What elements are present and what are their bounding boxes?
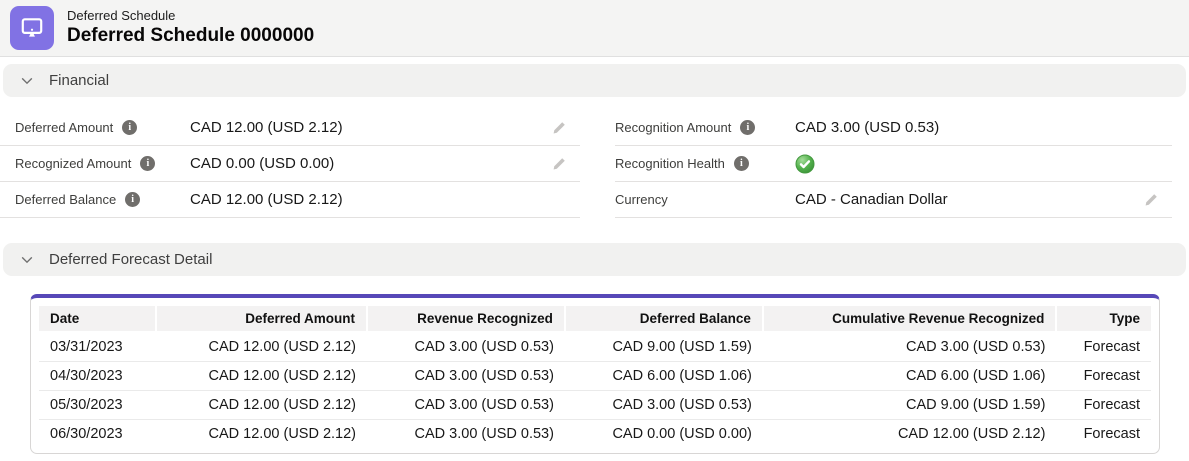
cell-revenue-recognized: CAD 3.00 (USD 0.53) (367, 362, 565, 391)
section-title-forecast: Deferred Forecast Detail (49, 251, 212, 268)
section-financial-header[interactable]: Financial (3, 64, 1186, 97)
cell-deferred-balance: CAD 3.00 (USD 0.53) (565, 391, 763, 420)
field-label: Currency (615, 192, 668, 207)
section-title-financial: Financial (49, 72, 109, 89)
field-recognition-amount: Recognition Amount CAD 3.00 (USD 0.53) (615, 110, 1172, 146)
info-icon[interactable] (140, 156, 155, 171)
field-label: Recognized Amount (15, 156, 131, 171)
column-header-type: Type (1056, 306, 1151, 331)
table-row: 06/30/2023 CAD 12.00 (USD 2.12) CAD 3.00… (39, 420, 1151, 449)
edit-pencil-icon[interactable] (551, 120, 567, 136)
field-deferred-balance: Deferred Balance CAD 12.00 (USD 2.12) (0, 182, 580, 218)
cell-date: 03/31/2023 (39, 331, 156, 362)
field-recognized-amount: Recognized Amount CAD 0.00 (USD 0.00) (0, 146, 580, 182)
field-recognition-health: Recognition Health (615, 146, 1172, 182)
cell-date: 05/30/2023 (39, 391, 156, 420)
page-title: Deferred Schedule 0000000 (67, 25, 314, 48)
cell-cumulative-revenue-recognized: CAD 9.00 (USD 1.59) (763, 391, 1057, 420)
column-header-deferred-amount: Deferred Amount (156, 306, 367, 331)
forecast-table: Date Deferred Amount Revenue Recognized … (39, 306, 1151, 448)
desktop-icon (10, 6, 54, 50)
cell-revenue-recognized: CAD 3.00 (USD 0.53) (367, 391, 565, 420)
info-icon[interactable] (125, 192, 140, 207)
cell-cumulative-revenue-recognized: CAD 3.00 (USD 0.53) (763, 331, 1057, 362)
cell-type: Forecast (1056, 362, 1151, 391)
cell-date: 04/30/2023 (39, 362, 156, 391)
cell-revenue-recognized: CAD 3.00 (USD 0.53) (367, 420, 565, 449)
column-header-deferred-balance: Deferred Balance (565, 306, 763, 331)
cell-deferred-balance: CAD 9.00 (USD 1.59) (565, 331, 763, 362)
cell-cumulative-revenue-recognized: CAD 6.00 (USD 1.06) (763, 362, 1057, 391)
table-header-row: Date Deferred Amount Revenue Recognized … (39, 306, 1151, 331)
field-label: Deferred Amount (15, 120, 113, 135)
field-label: Recognition Health (615, 156, 725, 171)
cell-deferred-amount: CAD 12.00 (USD 2.12) (156, 362, 367, 391)
cell-date: 06/30/2023 (39, 420, 156, 449)
field-column-right: Recognition Amount CAD 3.00 (USD 0.53) R… (615, 110, 1172, 218)
field-currency: Currency CAD - Canadian Dollar (615, 182, 1172, 218)
field-value: CAD - Canadian Dollar (795, 191, 948, 208)
info-icon[interactable] (740, 120, 755, 135)
financial-field-grid: Deferred Amount CAD 12.00 (USD 2.12) Rec… (0, 110, 1189, 218)
cell-deferred-amount: CAD 12.00 (USD 2.12) (156, 331, 367, 362)
info-icon[interactable] (122, 120, 137, 135)
cell-deferred-balance: CAD 6.00 (USD 1.06) (565, 362, 763, 391)
forecast-table-card: Date Deferred Amount Revenue Recognized … (30, 294, 1160, 454)
edit-pencil-icon[interactable] (551, 156, 567, 172)
table-row: 03/31/2023 CAD 12.00 (USD 2.12) CAD 3.00… (39, 331, 1151, 362)
cell-deferred-amount: CAD 12.00 (USD 2.12) (156, 391, 367, 420)
column-header-revenue-recognized: Revenue Recognized (367, 306, 565, 331)
field-value: CAD 3.00 (USD 0.53) (795, 119, 939, 136)
field-deferred-amount: Deferred Amount CAD 12.00 (USD 2.12) (0, 110, 580, 146)
column-header-cumulative-revenue-recognized: Cumulative Revenue Recognized (763, 306, 1057, 331)
table-row: 05/30/2023 CAD 12.00 (USD 2.12) CAD 3.00… (39, 391, 1151, 420)
cell-type: Forecast (1056, 420, 1151, 449)
table-row: 04/30/2023 CAD 12.00 (USD 2.12) CAD 3.00… (39, 362, 1151, 391)
cell-type: Forecast (1056, 391, 1151, 420)
info-icon[interactable] (734, 156, 749, 171)
cell-deferred-amount: CAD 12.00 (USD 2.12) (156, 420, 367, 449)
edit-pencil-icon[interactable] (1143, 192, 1159, 208)
section-forecast-header[interactable]: Deferred Forecast Detail (3, 243, 1186, 276)
field-column-left: Deferred Amount CAD 12.00 (USD 2.12) Rec… (0, 110, 580, 218)
chevron-down-icon[interactable] (20, 74, 34, 88)
page-header: Deferred Schedule Deferred Schedule 0000… (0, 0, 1189, 57)
field-value: CAD 12.00 (USD 2.12) (190, 191, 343, 208)
field-label: Recognition Amount (615, 120, 731, 135)
cell-type: Forecast (1056, 331, 1151, 362)
entity-label: Deferred Schedule (67, 8, 314, 25)
cell-revenue-recognized: CAD 3.00 (USD 0.53) (367, 331, 565, 362)
cell-deferred-balance: CAD 0.00 (USD 0.00) (565, 420, 763, 449)
cell-cumulative-revenue-recognized: CAD 12.00 (USD 2.12) (763, 420, 1057, 449)
column-header-date: Date (39, 306, 156, 331)
field-value: CAD 0.00 (USD 0.00) (190, 155, 334, 172)
chevron-down-icon[interactable] (20, 253, 34, 267)
field-value: CAD 12.00 (USD 2.12) (190, 119, 343, 136)
success-check-icon (795, 154, 815, 174)
field-label: Deferred Balance (15, 192, 116, 207)
